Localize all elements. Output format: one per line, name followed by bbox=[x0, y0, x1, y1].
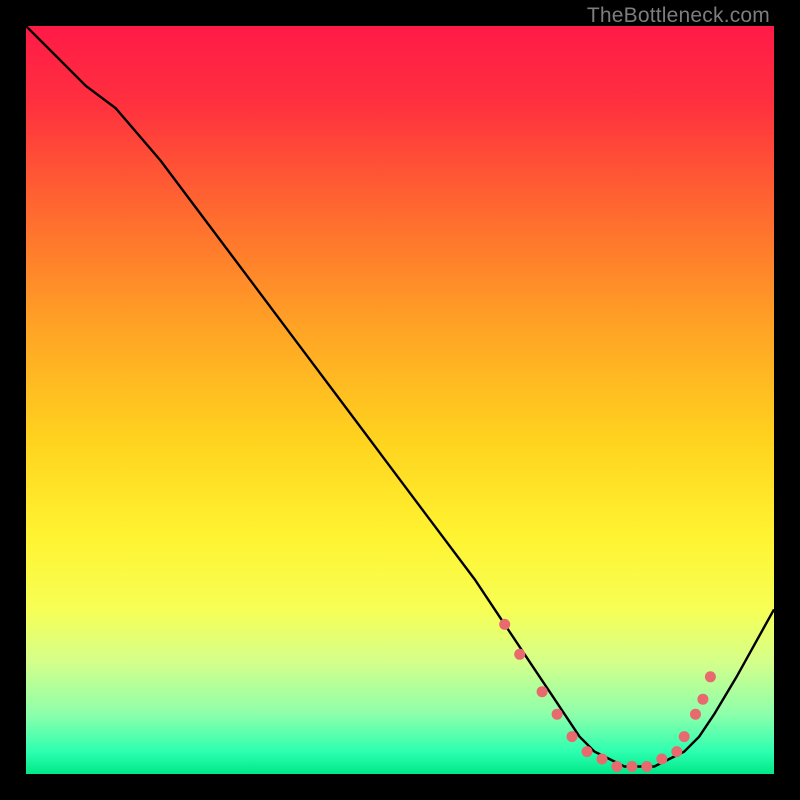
highlight-dot bbox=[499, 619, 510, 630]
highlight-dot bbox=[537, 686, 548, 697]
highlight-dot bbox=[597, 754, 608, 765]
highlight-dot bbox=[567, 731, 578, 742]
gradient-background bbox=[26, 26, 774, 774]
highlight-dot bbox=[690, 709, 701, 720]
bottleneck-chart bbox=[26, 26, 774, 774]
watermark-text: TheBottleneck.com bbox=[587, 4, 770, 28]
highlight-dot bbox=[641, 761, 652, 772]
highlight-dot bbox=[626, 761, 637, 772]
chart-frame bbox=[26, 26, 774, 774]
highlight-dot bbox=[671, 746, 682, 757]
highlight-dot bbox=[705, 671, 716, 682]
highlight-dot bbox=[552, 709, 563, 720]
highlight-dot bbox=[611, 761, 622, 772]
highlight-dot bbox=[697, 694, 708, 705]
highlight-dot bbox=[679, 731, 690, 742]
highlight-dot bbox=[514, 649, 525, 660]
highlight-dot bbox=[656, 754, 667, 765]
highlight-dot bbox=[582, 746, 593, 757]
